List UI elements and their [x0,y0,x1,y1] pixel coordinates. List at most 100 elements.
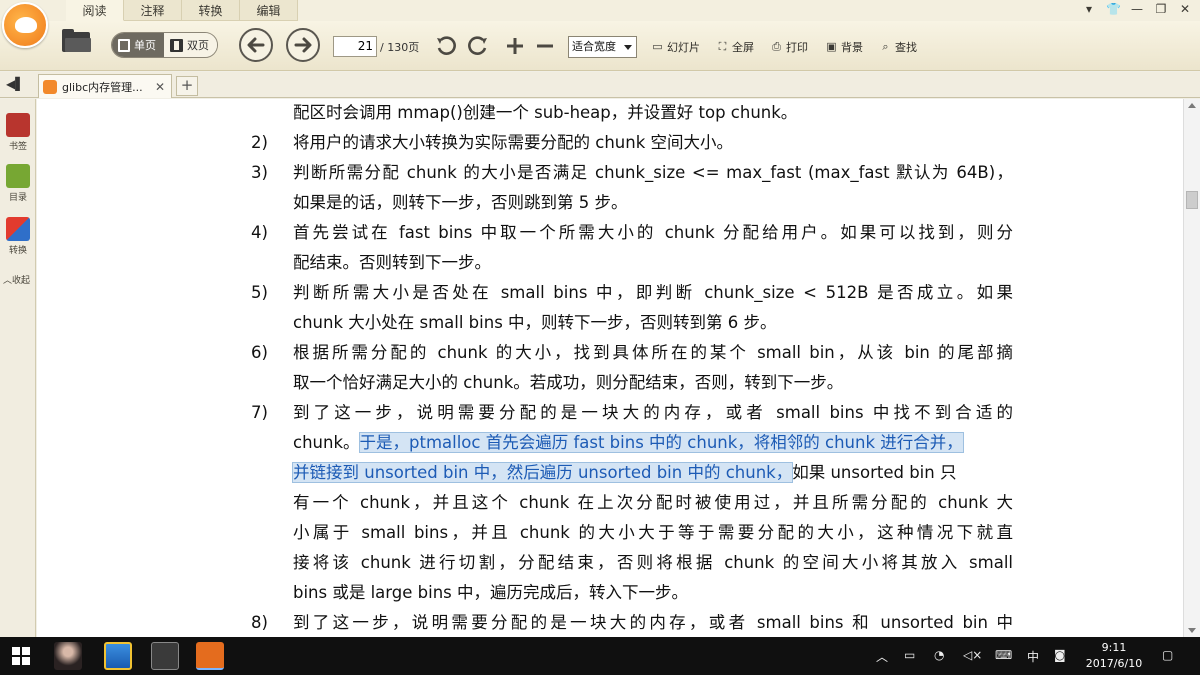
clock-date: 2017/6/10 [1085,657,1143,670]
system-clock[interactable]: 9:11 2017/6/10 [1083,640,1145,672]
scroll-up-icon[interactable] [1188,103,1196,108]
app-tray-icon[interactable]: ◙ [1054,648,1066,662]
clock-time: 9:11 [1101,641,1127,654]
table-of-contents-icon [6,164,30,188]
tray-expand-icon[interactable]: ︿ [876,648,888,665]
background-button[interactable]: ▣ 背景 [825,39,863,55]
rotate-left-icon[interactable] [433,33,459,59]
rotate-right-icon[interactable] [465,33,491,59]
bookmark-icon [6,113,30,137]
list-number: 3) [251,163,268,182]
text-line: 取一个恰好满足大小的 chunk。若成功，则分配结束，否则，转到下一步。 [293,373,844,392]
close-tab-icon[interactable]: ✕ [155,80,165,94]
background-icon: ▣ [826,40,837,53]
fullscreen-button[interactable]: ⛶ 全屏 [716,39,754,55]
windows-start-icon[interactable] [12,647,30,665]
menu-tabs: 阅读 注释 转换 编辑 [66,0,298,21]
text-run: 如果 unsorted bin 只 [792,463,957,482]
text-line: 判断所需分配 chunk 的大小是否满足 chunk_size <= max_f… [293,163,1013,182]
selected-text[interactable]: 并链接到 unsorted bin 中，然后遍历 unsorted bin 中的… [291,462,794,483]
convert-label: 转换 [8,246,27,256]
find-button[interactable]: ⌕ 查找 [879,39,917,55]
page-view-toggle: 单页 双页 [111,32,218,58]
text-line: 有一个 chunk，并且这个 chunk 在上次分配时被使用过，并且所需分配的 … [293,493,1013,512]
single-page-button[interactable]: 单页 [112,33,164,57]
vertical-scrollbar[interactable] [1183,99,1200,637]
scrollbar-thumb[interactable] [1186,191,1198,209]
single-page-icon [118,38,130,52]
chevron-up-icon: ︿ [3,276,13,286]
sublime-text-icon[interactable] [151,642,179,670]
file-explorer-icon[interactable] [104,642,132,670]
sidebar-item-bookmark[interactable]: 书签 [4,113,32,152]
text-line: 首先尝试在 fast bins 中取一个所需大小的 chunk 分配给用户。如果… [293,223,1013,242]
text-line: 配结束。否则转到下一步。 [293,253,491,272]
fullscreen-icon: ⛶ [718,40,727,53]
bookmark-label: 书签 [8,142,27,152]
double-page-icon [170,38,183,52]
document-tab-bar: ◀▌ glibc内存管理... ✕ + [0,72,1200,98]
single-page-label: 单页 [134,39,156,52]
list-number: 6) [251,343,268,362]
chevron-down-icon [624,45,632,50]
text-line: 配区时会调用 mmap()创建一个 sub-heap，并设置好 top chun… [293,103,798,122]
app-logo-icon[interactable] [2,2,48,48]
notification-icon[interactable]: ▢ [1162,648,1173,662]
title-bar: 阅读 注释 转换 编辑 ▾ 👕 — ❐ ✕ [0,0,1200,21]
user-avatar-app-icon[interactable] [54,642,82,670]
ime-indicator[interactable]: 中 [1027,648,1039,665]
battery-icon[interactable]: ▭ [904,648,915,662]
collapse-label: 收起 [12,276,31,286]
fullscreen-label: 全屏 [732,41,754,54]
text-run: chunk。 [293,433,360,452]
document-tab[interactable]: glibc内存管理... ✕ [38,74,172,98]
sidebar-collapse-button[interactable]: ︿收起 [3,273,30,286]
pdf-reader-taskbar-icon[interactable] [196,642,224,670]
zoom-select[interactable]: 适合宽度 [568,36,637,58]
text-line: 将用户的请求大小转换为实际需要分配的 chunk 空间大小。 [293,133,733,152]
double-page-button[interactable]: 双页 [164,33,217,57]
zoom-in-icon[interactable] [502,33,528,59]
document-page[interactable]: 配区时会调用 mmap()创建一个 sub-heap，并设置好 top chun… [37,99,1183,637]
menu-tab-annotate[interactable]: 注释 [124,0,182,21]
selected-text[interactable]: 于是，ptmalloc 首先会遍历 fast bins 中的 chunk，将相邻… [358,432,964,453]
menu-tab-read[interactable]: 阅读 [66,0,124,21]
restore-button[interactable]: ❐ [1154,2,1168,16]
list-number: 5) [251,283,268,302]
open-folder-icon[interactable] [60,29,94,55]
main-toolbar: 单页 双页 21 / 130页 适合宽度 ▭ 幻灯片 ⛶ 全屏 ⎙ 打印 ▣ 背… [0,2,1200,71]
sidebar-toggle-icon[interactable]: ◀▌ [6,78,24,90]
page-number-input[interactable]: 21 [333,36,377,57]
document-tab-title: glibc内存管理... [62,80,143,94]
close-button[interactable]: ✕ [1178,2,1192,16]
background-label: 背景 [841,41,863,54]
arrow-right-icon [294,37,312,53]
skin-icon[interactable]: 👕 [1106,2,1121,16]
dropdown-menu-icon[interactable]: ▾ [1082,2,1096,16]
new-tab-button[interactable]: + [176,76,198,96]
sidebar-item-toc[interactable]: 目录 [4,164,32,203]
minimize-button[interactable]: — [1130,2,1144,16]
volume-mute-icon[interactable]: ◁× [963,648,982,662]
printer-icon: ⎙ [772,40,781,53]
text-line: 根据所需分配的 chunk 的大小，找到具体所在的某个 small bin，从该… [293,343,1013,362]
pdf-to-word-icon [6,217,30,241]
slideshow-icon: ▭ [652,40,663,53]
text-line: 如果是的话，则转下一步，否则跳到第 5 步。 [293,193,628,212]
print-button[interactable]: ⎙ 打印 [770,39,808,55]
zoom-out-icon[interactable] [532,33,558,59]
previous-page-button[interactable] [239,28,273,62]
find-label: 查找 [895,41,917,54]
arrow-left-icon [247,37,265,53]
menu-tab-convert[interactable]: 转换 [182,0,240,21]
list-number: 2) [251,133,268,152]
scroll-down-icon[interactable] [1188,628,1196,633]
keyboard-icon[interactable]: ⌨ [995,648,1012,662]
wifi-icon[interactable]: ◔ [934,648,944,662]
print-label: 打印 [786,41,808,54]
menu-tab-edit[interactable]: 编辑 [240,0,298,21]
next-page-button[interactable] [286,28,320,62]
text-line: 接将该 chunk 进行切割，分配结束，否则将根据 chunk 的空间大小将其放… [293,553,1013,572]
sidebar-item-convert[interactable]: 转换 [4,217,32,256]
slideshow-button[interactable]: ▭ 幻灯片 [651,39,700,55]
